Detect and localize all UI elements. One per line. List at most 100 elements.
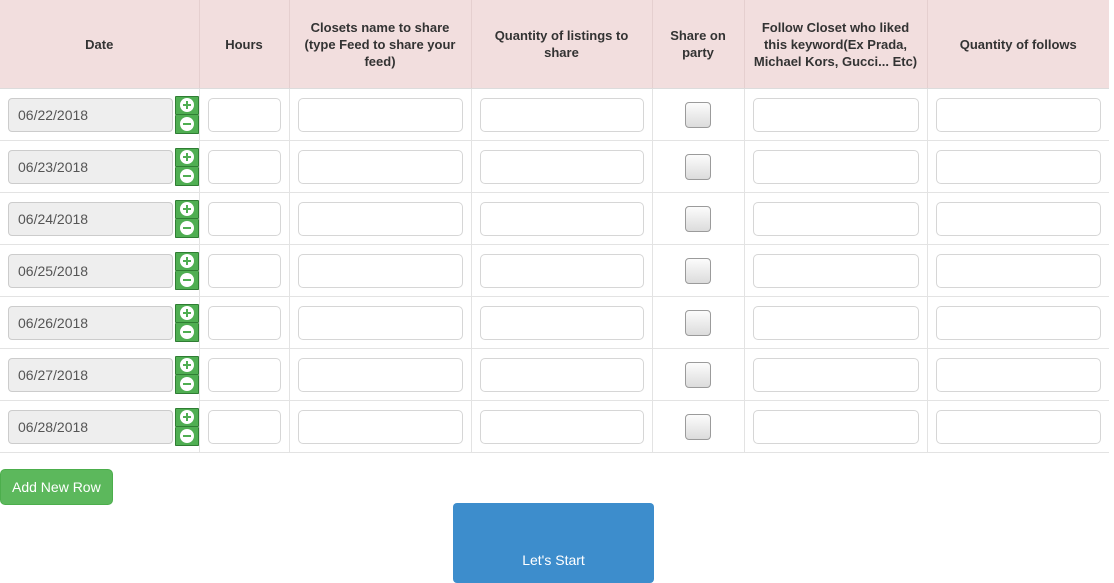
follow-closet-keyword-input[interactable] xyxy=(752,253,919,288)
minus-circle-icon[interactable] xyxy=(174,166,199,186)
follow-closet-keyword-input[interactable] xyxy=(752,201,919,236)
checkbox-wrap xyxy=(653,193,744,244)
follow-closet-keyword-input[interactable] xyxy=(752,97,919,132)
quantity-of-follows-input[interactable] xyxy=(935,409,1101,444)
hours-input[interactable] xyxy=(207,149,281,184)
cell-quantity-of-listings xyxy=(471,244,653,297)
cell-inner xyxy=(928,297,1110,348)
cell-inner xyxy=(200,193,289,244)
share-on-party-checkbox[interactable] xyxy=(685,413,711,440)
add-new-row-button[interactable]: Add New Row xyxy=(0,469,113,505)
cell-share-on-party xyxy=(652,192,745,245)
hours-input[interactable] xyxy=(207,357,281,392)
cell-inner xyxy=(200,297,289,348)
quantity-of-listings-input[interactable] xyxy=(479,149,644,184)
plus-circle-icon[interactable] xyxy=(174,95,199,115)
minus-circle-icon[interactable] xyxy=(174,322,199,342)
date-input[interactable] xyxy=(8,305,173,340)
closets-name-input[interactable] xyxy=(297,357,463,392)
quantity-of-follows-input[interactable] xyxy=(935,201,1101,236)
hours-input[interactable] xyxy=(207,201,281,236)
checkbox-wrap xyxy=(653,89,744,140)
cell-follow-closet xyxy=(744,348,928,401)
date-cell-inner xyxy=(0,89,199,140)
cell-inner xyxy=(472,193,652,244)
closets-name-input[interactable] xyxy=(297,305,463,340)
lets-start-button[interactable]: Let's Start xyxy=(453,503,654,583)
plus-circle-icon[interactable] xyxy=(174,147,199,167)
quantity-of-follows-input[interactable] xyxy=(935,357,1101,392)
closets-name-input[interactable] xyxy=(297,201,463,236)
follow-closet-keyword-input[interactable] xyxy=(752,409,919,444)
hours-input[interactable] xyxy=(207,253,281,288)
minus-glyph xyxy=(179,376,194,391)
quantity-of-listings-input[interactable] xyxy=(479,253,644,288)
cell-quantity-of-listings xyxy=(471,348,653,401)
minus-circle-icon[interactable] xyxy=(174,114,199,134)
plus-circle-icon[interactable] xyxy=(174,407,199,427)
cell-inner xyxy=(745,89,927,140)
cell-inner xyxy=(472,401,652,452)
quantity-of-listings-input[interactable] xyxy=(479,305,644,340)
date-input[interactable] xyxy=(8,409,173,444)
cell-inner xyxy=(472,245,652,296)
cell-hours xyxy=(199,348,290,401)
date-input[interactable] xyxy=(8,149,173,184)
plus-circle-icon[interactable] xyxy=(174,355,199,375)
row-stepper xyxy=(174,95,199,134)
cell-quantity-of-follows xyxy=(927,140,1109,193)
quantity-of-follows-input[interactable] xyxy=(935,149,1101,184)
minus-circle-icon[interactable] xyxy=(174,218,199,238)
minus-circle-icon[interactable] xyxy=(174,374,199,394)
cell-quantity-of-listings xyxy=(471,400,653,453)
cell-quantity-of-listings xyxy=(471,192,653,245)
cell-inner xyxy=(745,297,927,348)
share-on-party-checkbox[interactable] xyxy=(685,309,711,336)
quantity-of-follows-input[interactable] xyxy=(935,305,1101,340)
table-body xyxy=(0,88,1110,453)
cell-inner xyxy=(472,89,652,140)
checkbox-wrap xyxy=(653,141,744,192)
follow-closet-keyword-input[interactable] xyxy=(752,305,919,340)
column-header-quantity-of-listings: Quantity of listings to share xyxy=(471,0,653,89)
cell-quantity-of-listings xyxy=(471,88,653,141)
date-input[interactable] xyxy=(8,201,173,236)
minus-circle-icon[interactable] xyxy=(174,426,199,446)
closets-name-input[interactable] xyxy=(297,253,463,288)
cell-closets xyxy=(289,296,472,349)
quantity-of-listings-input[interactable] xyxy=(479,97,644,132)
plus-circle-icon[interactable] xyxy=(174,199,199,219)
cell-share-on-party xyxy=(652,140,745,193)
plus-glyph xyxy=(179,410,194,424)
quantity-of-listings-input[interactable] xyxy=(479,409,644,444)
hours-input[interactable] xyxy=(207,97,281,132)
hours-input[interactable] xyxy=(207,409,281,444)
closets-name-input[interactable] xyxy=(297,149,463,184)
closets-name-input[interactable] xyxy=(297,97,463,132)
share-on-party-checkbox[interactable] xyxy=(685,205,711,232)
date-cell-inner xyxy=(0,349,199,400)
cell-date xyxy=(0,348,200,401)
follow-closet-keyword-input[interactable] xyxy=(752,357,919,392)
share-on-party-checkbox[interactable] xyxy=(685,361,711,388)
quantity-of-listings-input[interactable] xyxy=(479,357,644,392)
quantity-of-follows-input[interactable] xyxy=(935,97,1101,132)
date-input[interactable] xyxy=(8,253,173,288)
plus-circle-icon[interactable] xyxy=(174,303,199,323)
cell-inner xyxy=(290,297,471,348)
cell-date xyxy=(0,400,200,453)
cell-inner xyxy=(928,401,1110,452)
schedule-page: Date Hours Closets name to share (type F… xyxy=(0,0,1114,583)
quantity-of-follows-input[interactable] xyxy=(935,253,1101,288)
closets-name-input[interactable] xyxy=(297,409,463,444)
quantity-of-listings-input[interactable] xyxy=(479,201,644,236)
follow-closet-keyword-input[interactable] xyxy=(752,149,919,184)
share-on-party-checkbox[interactable] xyxy=(685,101,711,128)
plus-circle-icon[interactable] xyxy=(174,251,199,271)
minus-circle-icon[interactable] xyxy=(174,270,199,290)
date-input[interactable] xyxy=(8,357,173,392)
date-input[interactable] xyxy=(8,97,173,132)
share-on-party-checkbox[interactable] xyxy=(685,257,711,284)
hours-input[interactable] xyxy=(207,305,281,340)
share-on-party-checkbox[interactable] xyxy=(685,153,711,180)
